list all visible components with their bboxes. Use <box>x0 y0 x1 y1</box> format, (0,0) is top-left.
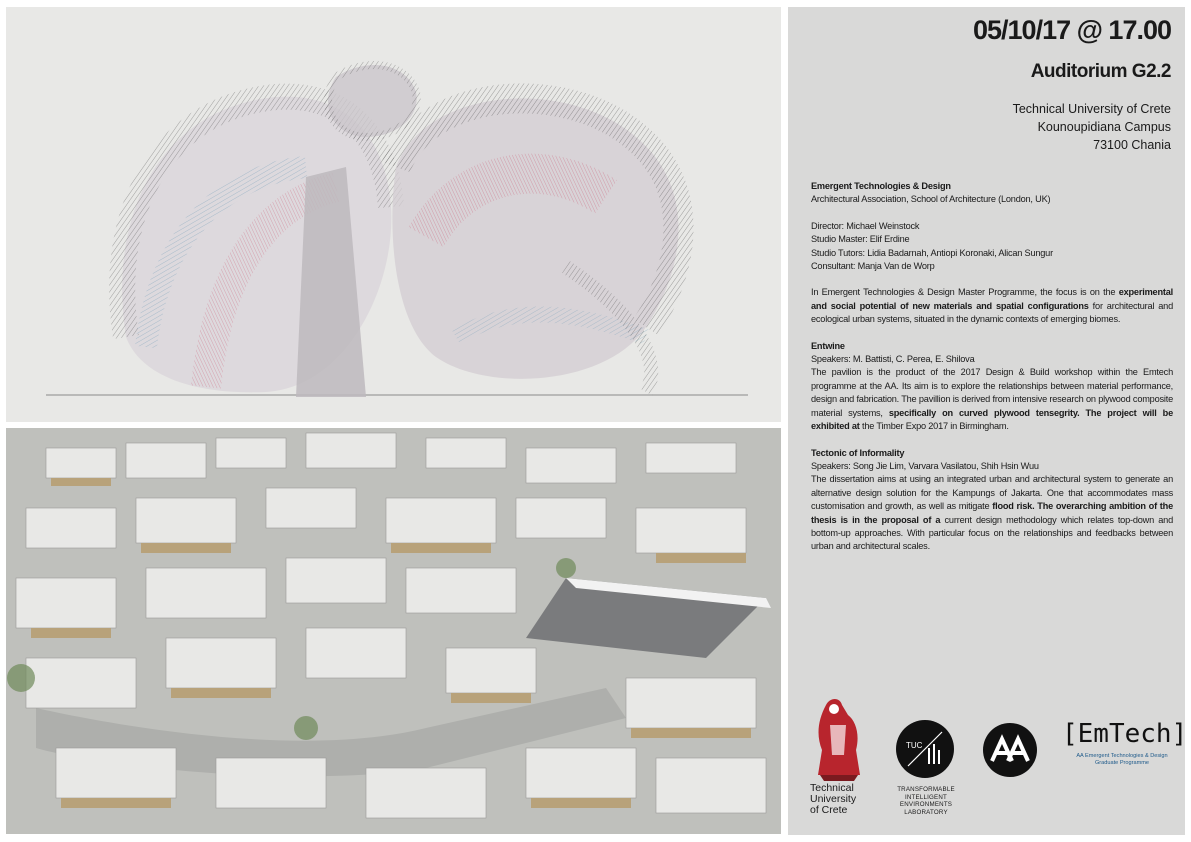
event-info-panel: 05/10/17 @ 17.00 Auditorium G2.2 Technic… <box>788 7 1188 835</box>
tile-name-line: INTELLIGENT <box>904 793 948 801</box>
logo-strip: Technical University of Crete TUC TRANSF… <box>788 695 1188 835</box>
aa-logo <box>983 723 1037 777</box>
address-line: 73100 Chania <box>1093 138 1171 152</box>
tectonic-speakers: Speakers: Song Jie Lim, Varvara Vasilato… <box>811 460 1039 471</box>
tile-name-line: TRANSFORMABLE <box>897 786 955 793</box>
address-line: Kounoupidiana Campus <box>1037 120 1171 134</box>
address-line: Technical University of Crete <box>1012 102 1171 116</box>
tuc-name-line: of Crete <box>810 804 848 816</box>
entwine-speakers: Speakers: M. Battisti, C. Perea, E. Shil… <box>811 354 975 365</box>
programme-consultant: Consultant: Manja Van de Worp <box>811 261 935 272</box>
emtech-logo: [EmTech] <box>1062 719 1188 749</box>
entwine-description: The pavilion is the product of the 2017 … <box>811 367 1173 432</box>
tectonic-description: The dissertation aims at using an integr… <box>811 474 1173 552</box>
kampung-urban-rendering <box>6 428 781 834</box>
entwine-title: Entwine <box>811 340 845 351</box>
event-description: Emergent Technologies & Design Architect… <box>811 180 1173 554</box>
programme-institution: Architectural Association, School of Arc… <box>811 194 1051 205</box>
tuc-name: Technical University of Crete <box>810 783 856 816</box>
tuc-crest-logo <box>818 699 860 781</box>
event-room: Auditorium G2.2 <box>1030 61 1172 82</box>
tile-name-line: LABORATORY <box>904 808 948 816</box>
programme-director: Director: Michael Weinstock <box>811 220 920 231</box>
tectonic-title: Tectonic of Informality <box>811 447 905 458</box>
programme-studio-master: Studio Master: Elif Erdine <box>811 234 910 245</box>
emtech-subtitle-line: AA Emergent Technologies & Design <box>1076 753 1168 759</box>
programme-studio-tutors: Studio Tutors: Lidia Badarnah, Antiopi K… <box>811 247 1053 258</box>
tile-lab-logo: TUC <box>896 720 954 778</box>
tile-lab-name: TRANSFORMABLE INTELLIGENT ENVIRONMENTS L… <box>886 786 966 816</box>
pavilion-image <box>6 7 781 422</box>
tile-mark-text: TUC <box>906 741 923 750</box>
tile-name-line: ENVIRONMENTS <box>899 801 953 808</box>
event-date-time: 05/10/17 @ 17.00 <box>973 15 1172 45</box>
programme-intro: In Emergent Technologies & Design Master… <box>811 287 1173 325</box>
event-address: Technical University of Crete Kounoupidi… <box>1013 100 1171 154</box>
emtech-subtitle-line: Graduate Programme <box>1094 760 1150 766</box>
programme-title: Emergent Technologies & Design <box>811 181 951 191</box>
emtech-subtitle: AA Emergent Technologies & Design Gradua… <box>1072 753 1172 767</box>
